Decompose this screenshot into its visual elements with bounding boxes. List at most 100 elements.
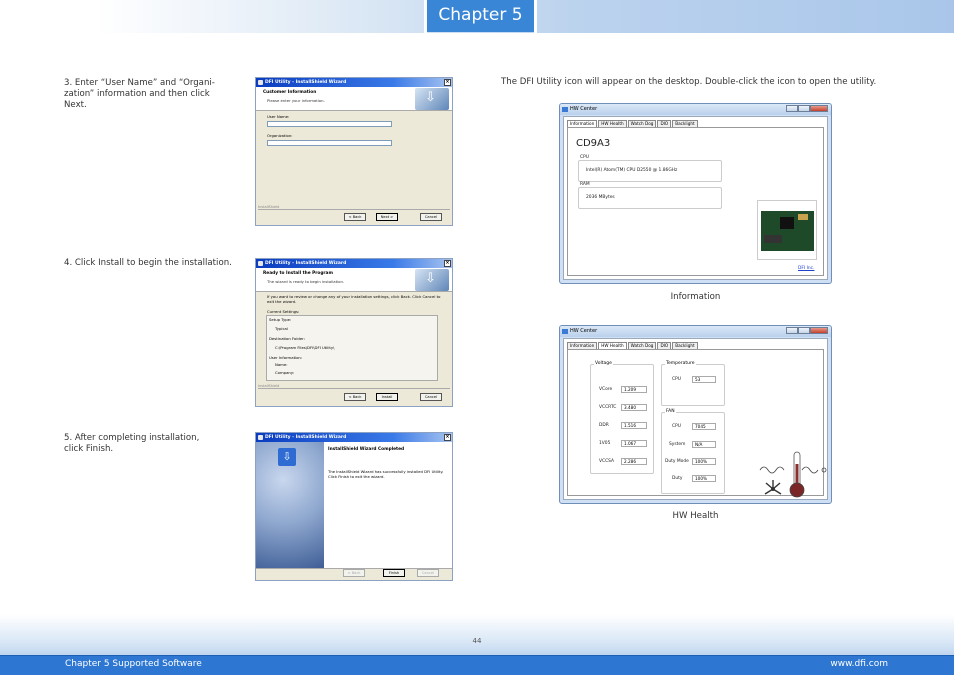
- step-4-text: 4. Click Install to begin the installati…: [64, 258, 232, 268]
- back-button[interactable]: < Back: [344, 213, 366, 221]
- next-button[interactable]: Next >: [376, 213, 398, 221]
- customer-info-wizard: DFI Utility - InstallShield Wizard × Cus…: [255, 77, 453, 226]
- installshield-logo-icon: [415, 88, 449, 110]
- ram-value: 2036 MBytes: [586, 195, 615, 200]
- hw-center-health-window: HW Center Information HW Health Watch Do…: [559, 325, 832, 504]
- temperature-label: Temperature: [665, 361, 696, 366]
- fan-value: 7045: [692, 423, 716, 430]
- step-3-text: 3. Enter “User Name” and “Organi- zation…: [64, 78, 215, 110]
- wizard-heading: Ready to Install the Program: [263, 271, 333, 276]
- wizard-subheading: Please enter your information.: [267, 98, 325, 103]
- wizard-title: DFI Utility - InstallShield Wizard: [265, 261, 347, 266]
- cpu-value: Intel(R) Atom(TM) CPU D2550 @ 1.86GHz: [586, 168, 678, 173]
- cancel-button[interactable]: Cancel: [420, 393, 442, 401]
- fan-icon: [764, 480, 782, 495]
- tab-dio[interactable]: DIO: [657, 120, 672, 127]
- separator: [258, 388, 450, 389]
- back-button[interactable]: < Back: [344, 393, 366, 401]
- temperature-cpu-value: 53: [692, 376, 716, 383]
- tab-hw-health[interactable]: HW Health: [598, 120, 627, 127]
- voltage-name: DDR: [599, 423, 609, 428]
- window-close-icon[interactable]: ×: [444, 79, 451, 86]
- organization-input[interactable]: [267, 140, 392, 146]
- current-settings-label: Current Settings:: [267, 309, 300, 314]
- chapter-tab: Chapter 5: [427, 0, 534, 32]
- cancel-button[interactable]: Cancel: [420, 213, 442, 221]
- footer-bar: Chapter 5 Supported Software www.dfi.com: [0, 656, 954, 675]
- dfi-link[interactable]: DFI Inc.: [798, 266, 814, 271]
- install-description: If you want to review or change any of y…: [267, 294, 441, 304]
- window-titlebar: HW Center: [560, 326, 831, 337]
- voltage-value: 2.286: [621, 458, 647, 465]
- app-icon: [258, 261, 263, 266]
- hw-center-information-window: HW Center Information HW Health Watch Do…: [559, 103, 832, 284]
- window-close-icon[interactable]: ×: [444, 434, 451, 441]
- app-icon: [562, 329, 568, 334]
- wizard-titlebar: DFI Utility - InstallShield Wizard ×: [256, 259, 452, 268]
- voltage-value: 1.067: [621, 440, 647, 447]
- fan-value: 100%: [692, 475, 716, 482]
- app-icon: [258, 435, 263, 440]
- fan-name: Duty Mode: [665, 459, 689, 464]
- step-5-text: 5. After completing installation, click …: [64, 433, 200, 454]
- voltage-name: VCCRTC: [599, 405, 617, 410]
- setup-type-label: Setup Type:: [269, 317, 292, 322]
- voltage-value: 1.516: [621, 422, 647, 429]
- tab-watch-dog[interactable]: Watch Dog: [627, 342, 657, 349]
- voltage-label: Voltage: [594, 361, 613, 366]
- model-name: CD9A3: [576, 138, 611, 149]
- minimize-button[interactable]: [786, 105, 798, 112]
- install-completed-wizard: DFI Utility - InstallShield Wizard × ⇩ I…: [255, 432, 453, 581]
- app-icon: [258, 80, 263, 85]
- hw-health-panel: Voltage VCore 1.209 VCCRTC 3.480 DDR 1.5…: [567, 349, 827, 498]
- maximize-button[interactable]: [798, 105, 810, 112]
- wizard-header: Ready to Install the Program The wizard …: [256, 268, 452, 292]
- destination-path: C:\Program Files\DFI\DFI Utility\: [275, 345, 335, 350]
- maximize-button[interactable]: [798, 327, 810, 334]
- window-client: Information HW Health Watch Dog DIO Back…: [563, 338, 828, 500]
- tab-watch-dog[interactable]: Watch Dog: [627, 120, 657, 127]
- board-image: [757, 200, 817, 260]
- header-divider-right: [534, 0, 537, 33]
- tab-bar: Information HW Health Watch Dog DIO Back…: [567, 120, 699, 128]
- installshield-logo-icon: [415, 269, 449, 291]
- information-caption: Information: [670, 292, 721, 302]
- setup-type-value: Typical: [275, 326, 288, 331]
- user-name-input[interactable]: [267, 121, 392, 127]
- tab-backlight[interactable]: Backlight: [672, 342, 698, 349]
- voltage-name: VCore: [599, 387, 613, 392]
- organization-label: Organization:: [267, 133, 293, 138]
- user-info-label: User Information:: [269, 355, 303, 360]
- tab-dio[interactable]: DIO: [657, 342, 672, 349]
- wizard-titlebar: DFI Utility - InstallShield Wizard ×: [256, 78, 452, 87]
- minimize-button[interactable]: [786, 327, 798, 334]
- name-label: Name:: [275, 362, 288, 367]
- window-close-icon[interactable]: [810, 105, 828, 112]
- fan-name: System: [669, 442, 686, 447]
- back-button[interactable]: < Back: [343, 569, 365, 577]
- cancel-button[interactable]: Cancel: [417, 569, 439, 577]
- window-close-icon[interactable]: ×: [444, 260, 451, 267]
- voltage-value: 1.209: [621, 386, 647, 393]
- footer-chapter: Chapter 5 Supported Software: [65, 659, 202, 669]
- fan-value: 100%: [692, 458, 716, 465]
- temperature-group: [661, 364, 725, 406]
- separator: [258, 209, 450, 210]
- window-close-icon[interactable]: [810, 327, 828, 334]
- finish-button[interactable]: Finish: [383, 569, 405, 577]
- fan-name: CPU: [672, 424, 681, 429]
- window-title: HW Center: [570, 106, 598, 112]
- fan-label: FAN: [665, 409, 676, 414]
- tab-information[interactable]: Information: [567, 342, 598, 349]
- page-number: 44: [472, 637, 482, 645]
- window-titlebar: HW Center: [560, 104, 831, 115]
- wizard-side-panel: ⇩: [256, 442, 324, 568]
- wizard-subheading: The wizard is ready to begin installatio…: [267, 279, 345, 284]
- wizard-title: DFI Utility - InstallShield Wizard: [265, 435, 347, 440]
- tab-backlight[interactable]: Backlight: [672, 120, 698, 127]
- voltage-name: 1V05: [599, 441, 611, 446]
- install-button[interactable]: Install: [376, 393, 398, 401]
- wizard-header: Customer Information Please enter your i…: [256, 87, 452, 111]
- installshield-logo-icon: ⇩: [278, 448, 296, 466]
- footer-website[interactable]: www.dfi.com: [830, 659, 888, 669]
